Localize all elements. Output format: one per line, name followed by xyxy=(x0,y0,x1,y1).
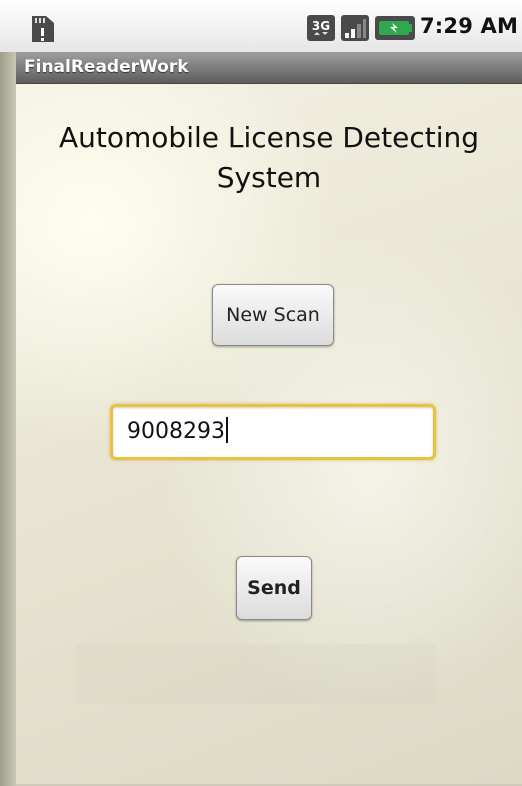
new-scan-button[interactable]: New Scan xyxy=(212,284,334,346)
license-number-value: 9008293 xyxy=(127,419,225,444)
page-title: Automobile License Detecting System xyxy=(59,121,479,194)
signal-strength-icon xyxy=(341,15,369,41)
text-cursor xyxy=(225,417,228,443)
svg-text:3G: 3G xyxy=(312,19,330,33)
main-content: Automobile License Detecting System New … xyxy=(16,84,522,784)
status-bar: 3G 7:29 AM xyxy=(0,0,522,53)
send-button[interactable]: Send xyxy=(236,556,312,620)
screen-edge xyxy=(0,52,16,786)
background-glare xyxy=(76,644,436,704)
battery-icon xyxy=(375,16,415,40)
license-number-input[interactable]: 9008293 xyxy=(110,404,436,460)
app-title: FinalReaderWork xyxy=(24,57,189,77)
3g-network-icon: 3G xyxy=(307,15,335,41)
status-clock: 7:29 AM xyxy=(420,14,519,38)
app-title-bar: FinalReaderWork xyxy=(16,53,522,84)
sd-card-icon xyxy=(32,16,54,42)
